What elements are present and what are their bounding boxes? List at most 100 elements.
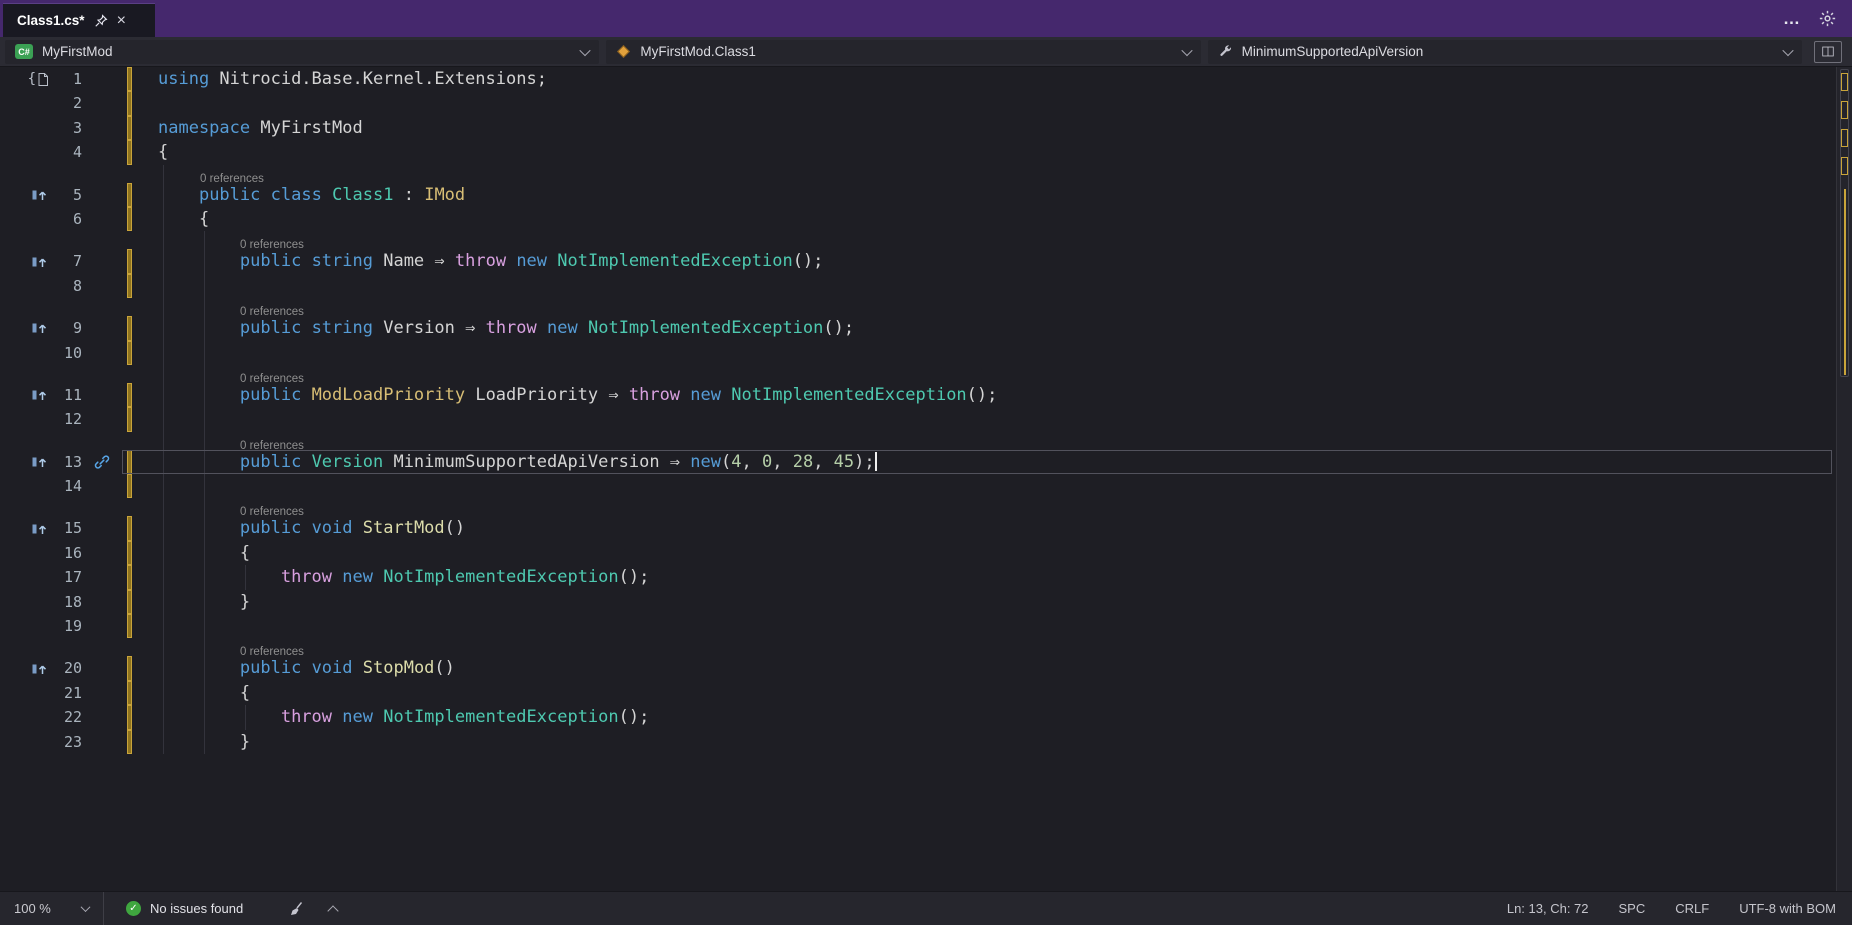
line-number[interactable]: 3 [52,116,82,140]
code-text[interactable] [132,341,1836,365]
codelens-cell[interactable]: 0 references [132,298,1836,316]
line-number[interactable]: 6 [52,207,82,231]
code-text[interactable]: public class Class1 : IMod [132,183,1836,207]
code-text[interactable] [132,91,1836,115]
indent-guide [204,730,205,754]
code-text[interactable]: public string Name ⇒ throw new NotImplem… [132,249,1836,273]
codelens-row: 0 references [0,365,1836,383]
code-text[interactable] [132,407,1836,431]
code-text[interactable]: { [132,207,1836,231]
line-number[interactable] [52,298,82,316]
line-number[interactable]: 9 [52,316,82,340]
code-token: string [312,251,373,271]
code-text[interactable]: { [132,140,1836,164]
line-number[interactable]: 14 [52,474,82,498]
inheritance-implements-icon[interactable] [32,662,48,676]
line-number[interactable]: 20 [52,656,82,680]
more-options-icon[interactable]: … [1783,9,1801,29]
caret-position[interactable]: Ln: 13, Ch: 72 [1507,901,1589,916]
line-number[interactable]: 18 [52,590,82,614]
code-token: throw [281,707,332,727]
line-number[interactable] [52,498,82,516]
line-number[interactable]: 2 [52,91,82,115]
vertical-scrollbar[interactable] [1836,67,1852,891]
codelens-cell[interactable]: 0 references [132,365,1836,383]
line-number[interactable]: 19 [52,614,82,638]
code-text[interactable] [132,474,1836,498]
code-line: 7 public string Name ⇒ throw new NotImpl… [0,249,1836,273]
line-number[interactable] [52,432,82,450]
line-ending[interactable]: CRLF [1675,901,1709,916]
line-number[interactable]: 21 [52,681,82,705]
line-number[interactable]: 13 [52,450,82,474]
encoding[interactable]: UTF-8 with BOM [1739,901,1836,916]
space-mode[interactable]: SPC [1619,901,1646,916]
line-number[interactable]: 17 [52,565,82,589]
line-number[interactable] [52,165,82,183]
editor[interactable]: {1 using Nitrocid.Base.Kernel.Extensions;… [0,67,1852,891]
code-text[interactable]: throw new NotImplementedException(); [132,565,1836,589]
glyph-margin [82,249,122,273]
member-dropdown[interactable]: MinimumSupportedApiVersion [1208,40,1802,64]
code-text[interactable] [132,614,1836,638]
line-number[interactable]: 15 [52,516,82,540]
line-number[interactable]: 22 [52,705,82,729]
line-number[interactable]: 7 [52,249,82,273]
inheritance-implements-icon[interactable] [32,522,48,536]
code-text[interactable] [132,274,1836,298]
line-number[interactable]: 12 [52,407,82,431]
status-bar: 100 % ✓ No issues found Ln: 13, Ch: 72 S… [0,891,1852,925]
tab-class1[interactable]: Class1.cs* × [3,3,155,37]
code-text[interactable]: public void StartMod() [132,516,1836,540]
inheritance-implements-icon[interactable] [32,321,48,335]
line-number[interactable]: 16 [52,541,82,565]
code-text[interactable]: using Nitrocid.Base.Kernel.Extensions; [132,67,1836,91]
code-text[interactable]: } [132,590,1836,614]
code-text[interactable]: public void StopMod() [132,656,1836,680]
gutter-icons [0,565,52,589]
codelens-cell[interactable]: 0 references [132,165,1836,183]
codelens-cell[interactable]: 0 references [132,638,1836,656]
gear-icon[interactable] [1819,10,1836,27]
line-number[interactable]: 23 [52,730,82,754]
line-number[interactable] [52,365,82,383]
issues-indicator[interactable]: ✓ No issues found [126,901,243,916]
indent-guide [163,450,164,474]
project-dropdown[interactable]: C# MyFirstMod [5,40,599,64]
split-window-button[interactable] [1814,41,1842,63]
chevron-up-icon[interactable] [328,905,339,916]
change-margin [122,516,132,540]
inheritance-implements-icon[interactable] [32,455,48,469]
code-text[interactable]: public string Version ⇒ throw new NotImp… [132,316,1836,340]
code-text[interactable]: namespace MyFirstMod [132,116,1836,140]
line-number[interactable] [52,231,82,249]
zoom-control[interactable]: 100 % [0,892,104,925]
type-dropdown[interactable]: MyFirstMod.Class1 [606,40,1200,64]
indent-guide [163,274,164,298]
inheritance-implements-icon[interactable] [32,255,48,269]
close-icon[interactable]: × [117,13,126,29]
line-number[interactable] [52,638,82,656]
code-text[interactable]: } [132,730,1836,754]
codelens-cell[interactable]: 0 references [132,231,1836,249]
inheritance-implements-icon[interactable] [32,388,48,402]
code-text[interactable]: { [132,681,1836,705]
indent-guide [204,590,205,614]
codelens-cell[interactable]: 0 references [132,432,1836,450]
glyph-margin [82,383,122,407]
codelens-cell[interactable]: 0 references [132,498,1836,516]
line-number[interactable]: 11 [52,383,82,407]
line-number[interactable]: 1 [52,67,82,91]
line-number[interactable]: 8 [52,274,82,298]
pin-icon[interactable] [94,14,108,28]
code-text[interactable]: { [132,541,1836,565]
inheritance-implements-icon[interactable] [32,188,48,202]
line-number[interactable]: 10 [52,341,82,365]
code-text[interactable]: throw new NotImplementedException(); [132,705,1836,729]
code-text[interactable]: public Version MinimumSupportedApiVersio… [132,450,1836,474]
line-number[interactable]: 4 [52,140,82,164]
line-number[interactable]: 5 [52,183,82,207]
code-cleanup-icon[interactable] [289,901,307,917]
link-icon[interactable] [94,454,110,470]
code-text[interactable]: public ModLoadPriority LoadPriority ⇒ th… [132,383,1836,407]
